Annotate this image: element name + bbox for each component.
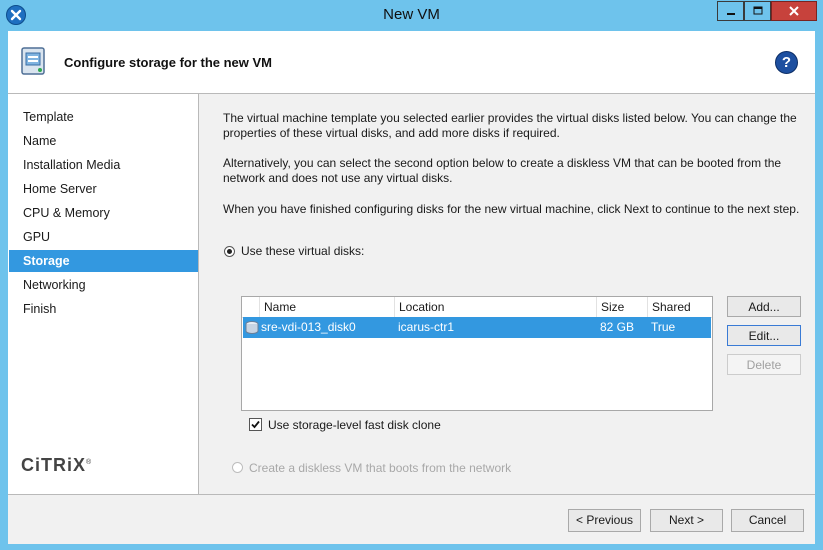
add-disk-button[interactable]: Add... xyxy=(727,296,801,317)
sidebar-item-home-server[interactable]: Home Server xyxy=(9,178,198,200)
column-header-shared[interactable]: Shared xyxy=(647,297,712,317)
disk-icon xyxy=(245,320,259,335)
dialog-client: Configure storage for the new VM ? Templ… xyxy=(8,31,815,544)
citrix-logo: CiTRiX® xyxy=(21,455,92,476)
title-bar[interactable]: New VM xyxy=(0,0,823,30)
wizard-steps-sidebar: Template Name Installation Media Home Se… xyxy=(8,94,199,494)
disk-name-cell: sre-vdi-013_disk0 xyxy=(261,320,356,334)
help-icon[interactable]: ? xyxy=(775,51,798,74)
maximize-icon xyxy=(753,6,762,15)
column-header-name[interactable]: Name xyxy=(259,297,394,317)
storage-panel: The virtual machine template you selecte… xyxy=(199,94,815,494)
close-button[interactable] xyxy=(771,1,817,21)
next-step-paragraph: When you have finished configuring disks… xyxy=(223,202,800,216)
sidebar-item-cpu-memory[interactable]: CPU & Memory xyxy=(9,202,198,224)
minimize-button[interactable] xyxy=(717,1,744,21)
maximize-button[interactable] xyxy=(744,1,771,21)
logo-mark: ® xyxy=(86,459,93,466)
fast-clone-checkbox[interactable] xyxy=(249,418,262,431)
sidebar-item-networking[interactable]: Networking xyxy=(9,274,198,296)
close-icon xyxy=(789,6,799,16)
column-header-size[interactable]: Size xyxy=(596,297,647,317)
column-header-location[interactable]: Location xyxy=(394,297,596,317)
use-disks-label[interactable]: Use these virtual disks: xyxy=(241,244,364,258)
wizard-footer: < Previous Next > Cancel xyxy=(8,494,815,544)
window-title: New VM xyxy=(383,6,440,23)
disk-shared-cell: True xyxy=(651,320,676,334)
sidebar-item-template[interactable]: Template xyxy=(9,106,198,128)
cancel-button[interactable]: Cancel xyxy=(731,509,804,532)
table-row[interactable]: sre-vdi-013_disk0 icarus-ctr1 82 GB True xyxy=(243,317,711,338)
window: New VM Configure storage for the new VM xyxy=(0,0,823,550)
column-icon-header xyxy=(242,297,259,317)
minimize-icon xyxy=(726,13,735,15)
disk-location-cell: icarus-ctr1 xyxy=(398,320,455,334)
diskless-radio[interactable] xyxy=(232,462,243,473)
delete-disk-button[interactable]: Delete xyxy=(727,354,801,375)
virtual-disks-table[interactable]: Name Location Size Shared sre-vdi-013_di… xyxy=(241,296,713,411)
logo-text: CiTRiX xyxy=(21,455,87,475)
use-disks-radio[interactable] xyxy=(224,246,235,257)
wizard-header: Configure storage for the new VM ? xyxy=(8,31,815,94)
table-header: Name Location Size Shared xyxy=(242,297,712,318)
sidebar-item-installation-media[interactable]: Installation Media xyxy=(9,154,198,176)
vm-storage-icon xyxy=(18,45,50,80)
disk-size-cell: 82 GB xyxy=(600,320,635,334)
sidebar-item-storage[interactable]: Storage xyxy=(9,250,198,272)
checkmark-icon xyxy=(251,420,260,429)
sidebar-item-gpu[interactable]: GPU xyxy=(9,226,198,248)
previous-button[interactable]: < Previous xyxy=(568,509,641,532)
page-title: Configure storage for the new VM xyxy=(64,55,273,70)
diskless-paragraph: Alternatively, you can select the second… xyxy=(223,156,782,185)
edit-disk-button[interactable]: Edit... xyxy=(727,325,801,346)
diskless-label[interactable]: Create a diskless VM that boots from the… xyxy=(249,461,511,475)
intro-paragraph: The virtual machine template you selecte… xyxy=(223,111,797,140)
sidebar-item-name[interactable]: Name xyxy=(9,130,198,152)
next-button[interactable]: Next > xyxy=(650,509,723,532)
fast-clone-label[interactable]: Use storage-level fast disk clone xyxy=(268,418,441,432)
sidebar-item-finish[interactable]: Finish xyxy=(9,298,198,320)
